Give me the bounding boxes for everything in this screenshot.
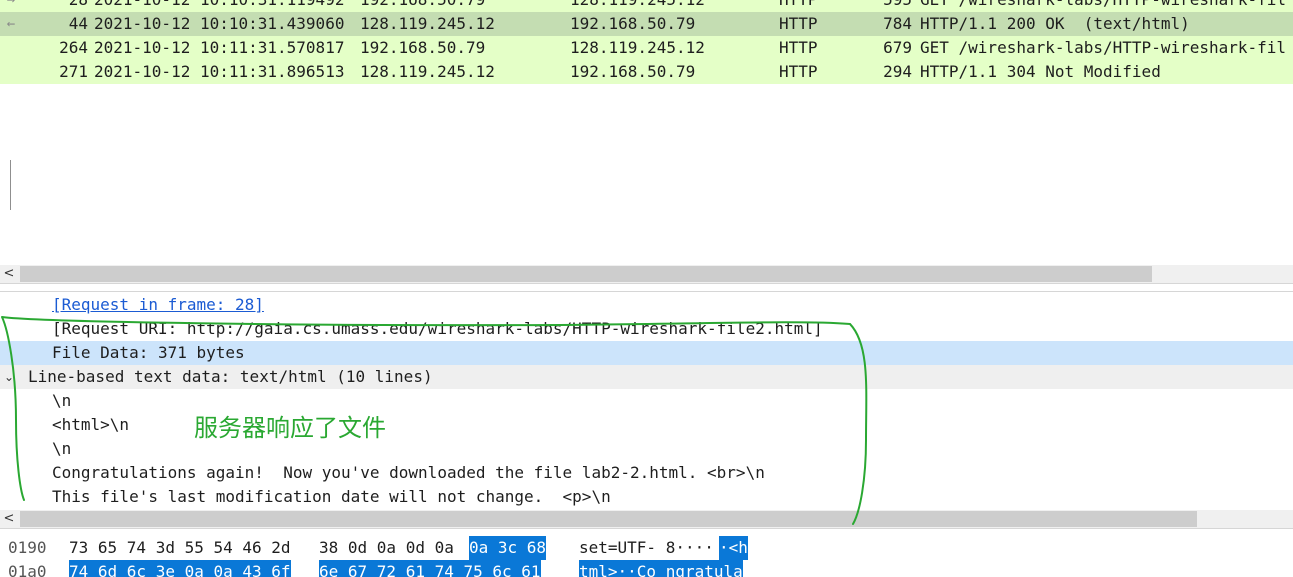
bytes-ascii[interactable]: set=UTF- 8···· — [579, 536, 714, 560]
packet-destination: 192.168.50.79 — [570, 62, 696, 81]
packet-length: 784 — [883, 14, 912, 33]
packet-time: 2021-10-12 10:10:31.119492 — [94, 0, 344, 12]
packet-details: [Request in frame: 28] [Request URI: htt… — [0, 292, 1293, 510]
scroll-left-icon[interactable]: < — [0, 265, 18, 283]
file-data-text: File Data: 371 bytes — [52, 343, 245, 362]
bytes-ascii-selected[interactable]: tml>··Co ngratula — [579, 560, 743, 577]
text-line-content: Congratulations again! Now you've downlo… — [52, 463, 765, 482]
text-line-content: \n — [52, 391, 72, 410]
packet-destination: 128.119.245.12 — [570, 38, 705, 57]
packet-time: 2021-10-12 10:11:31.896513 — [94, 62, 345, 81]
packet-protocol: HTTP — [779, 38, 818, 57]
packet-bytes: 0190 73 65 74 3d 55 54 46 2d 38 0d 0a 0d… — [0, 536, 1293, 577]
text-line-content: <html>\n — [52, 415, 130, 434]
bytes-offset: 01a0 — [8, 562, 47, 577]
packet-length: 294 — [883, 62, 912, 81]
packet-row[interactable]: 271 2021-10-12 10:11:31.896513 128.119.2… — [0, 60, 1293, 84]
packet-row[interactable]: → 28 2021-10-12 10:10:31.119492 192.168.… — [0, 0, 1293, 12]
packet-info: GET /wireshark-labs/HTTP-wireshark-fil — [920, 0, 1286, 12]
packet-time: 2021-10-12 10:10:31.439060 — [94, 14, 345, 33]
packet-protocol: HTTP — [779, 62, 818, 81]
text-line-content: This file's last modification date will … — [52, 487, 611, 506]
packet-number: 44 — [68, 14, 88, 33]
related-packet-line — [10, 160, 11, 210]
request-in-frame-link[interactable]: [Request in frame: 28] — [52, 293, 264, 317]
bytes-hex-selected[interactable]: 74 6d 6c 3e 0a 0a 43 6f — [69, 560, 291, 577]
pane-splitter[interactable] — [0, 283, 1293, 292]
detail-line-based-text[interactable]: ⌄ Line-based text data: text/html (10 li… — [0, 365, 1293, 389]
detail-request-in-frame[interactable]: [Request in frame: 28] — [0, 293, 1293, 317]
packet-destination: 192.168.50.79 — [570, 14, 696, 33]
bytes-offset: 0190 — [8, 538, 47, 557]
packet-row[interactable]: 264 2021-10-12 10:11:31.570817 192.168.5… — [0, 36, 1293, 60]
scroll-left-icon[interactable]: < — [0, 510, 18, 528]
request-uri-text: [Request URI: http://gaia.cs.umass.edu/w… — [52, 319, 823, 338]
packet-source: 192.168.50.79 — [360, 38, 486, 57]
bytes-hex[interactable]: 38 0d 0a 0d 0a — [319, 536, 454, 560]
chevron-down-icon[interactable]: ⌄ — [4, 365, 14, 389]
packet-list: → 28 2021-10-12 10:10:31.119492 192.168.… — [0, 0, 1293, 265]
detail-file-data[interactable]: File Data: 371 bytes — [0, 341, 1293, 365]
detail-request-uri[interactable]: [Request URI: http://gaia.cs.umass.edu/w… — [0, 317, 1293, 341]
packet-length: 595 — [846, 0, 912, 12]
bytes-row[interactable]: 01a0 74 6d 6c 3e 0a 0a 43 6f 6e 67 72 61… — [0, 560, 1293, 577]
packet-time: 2021-10-12 10:11:31.570817 — [94, 38, 345, 57]
bytes-row[interactable]: 0190 73 65 74 3d 55 54 46 2d 38 0d 0a 0d… — [0, 536, 1293, 560]
annotation-label: 服务器响应了文件 — [194, 414, 386, 442]
packet-number: 28 — [0, 0, 88, 12]
packet-number: 264 — [59, 38, 88, 57]
bytes-ascii-selected[interactable]: ·<h — [719, 536, 748, 560]
packet-info: HTTP/1.1 200 OK (text/html) — [920, 14, 1190, 33]
packet-row-selected[interactable]: ← 44 2021-10-12 10:10:31.439060 128.119.… — [0, 12, 1293, 36]
packet-source: 128.119.245.12 — [360, 62, 495, 81]
packet-protocol: HTTP — [779, 14, 818, 33]
bytes-hex[interactable]: 73 65 74 3d 55 54 46 2d — [69, 536, 291, 560]
scrollbar-thumb[interactable] — [20, 266, 1152, 282]
packet-list-hscrollbar[interactable]: < — [0, 265, 1293, 283]
packet-destination: 128.119.245.12 — [570, 0, 705, 12]
bytes-hex-selected[interactable]: 6e 67 72 61 74 75 6c 61 — [319, 560, 541, 577]
packet-info: HTTP/1.1 304 Not Modified — [920, 62, 1161, 81]
packet-protocol: HTTP — [779, 0, 818, 12]
text-line[interactable]: This file's last modification date will … — [0, 485, 1293, 509]
details-hscrollbar[interactable]: < — [0, 510, 1293, 528]
text-line-content: \n — [52, 439, 72, 458]
bytes-hex-selected[interactable]: 0a 3c 68 — [469, 536, 547, 560]
packet-info: GET /wireshark-labs/HTTP-wireshark-fil — [920, 38, 1287, 57]
text-line[interactable]: Congratulations again! Now you've downlo… — [0, 461, 1293, 485]
packet-length: 679 — [883, 38, 912, 57]
packet-number: 271 — [59, 62, 88, 81]
packet-source: 192.168.50.79 — [360, 0, 485, 12]
line-based-text-header: Line-based text data: text/html (10 line… — [28, 367, 433, 386]
scrollbar-thumb[interactable] — [20, 511, 1197, 527]
packet-source: 128.119.245.12 — [360, 14, 495, 33]
